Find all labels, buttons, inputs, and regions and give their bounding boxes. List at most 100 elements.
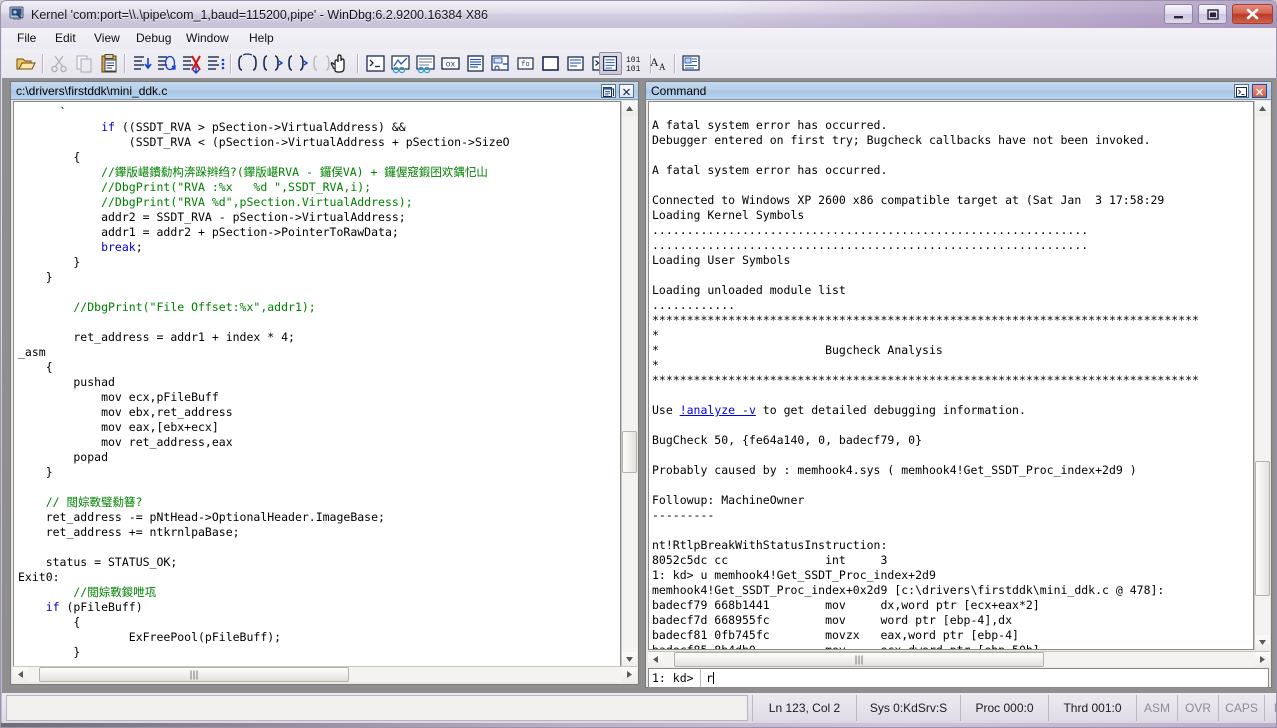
window-title: Kernel 'com:port=\\.\pipe\com_1,baud=115… bbox=[31, 8, 488, 22]
source-window-title: c:\drivers\firstddk\mini_ddk.c bbox=[16, 84, 168, 98]
source-code-view[interactable]: ` if ((SSDT_RVA > pSection->VirtualAddre… bbox=[13, 101, 621, 667]
menu-window-label: Window bbox=[186, 31, 229, 45]
command-close-button[interactable] bbox=[1252, 84, 1267, 98]
toolbar: ox fo 101 101 A A bbox=[2, 49, 1276, 79]
status-cell-asm: ASM bbox=[1136, 695, 1177, 721]
command-scroll-left-arrow[interactable] bbox=[648, 652, 663, 667]
command-horizontal-scrollbar[interactable] bbox=[648, 651, 1270, 667]
menu-debug[interactable]: Debug bbox=[129, 30, 178, 47]
registers-window-icon[interactable] bbox=[286, 52, 309, 75]
source-window-titlebar[interactable]: c:\drivers\firstddk\mini_ddk.c bbox=[11, 82, 638, 100]
status-cell-thrd: Thrd 001:0 bbox=[1048, 695, 1136, 721]
source-horizontal-scrollbar[interactable] bbox=[13, 666, 637, 682]
source-mode-icon[interactable] bbox=[599, 52, 622, 75]
step-out-icon[interactable] bbox=[205, 52, 228, 75]
copy-icon[interactable] bbox=[73, 52, 96, 75]
menu-file-label: File bbox=[17, 31, 37, 45]
command-window-titlebar[interactable]: Command bbox=[646, 82, 1271, 100]
command-window-title: Command bbox=[651, 84, 707, 98]
font-icon[interactable]: A A bbox=[648, 52, 671, 75]
watch-icon[interactable] bbox=[489, 52, 512, 75]
minimize-button[interactable] bbox=[1164, 4, 1193, 24]
source-child-window: c:\drivers\firstddk\mini_ddk.c ` if ((SS… bbox=[10, 81, 639, 685]
status-proc-label: Proc 000:0 bbox=[975, 701, 1034, 715]
source-scroll-up-arrow[interactable] bbox=[622, 101, 637, 116]
title-bar[interactable]: Kernel 'com:port=\\.\pipe\com_1,baud=115… bbox=[1, 1, 1276, 28]
status-cell-num: NUM bbox=[1264, 695, 1277, 721]
source-restore-button[interactable] bbox=[601, 84, 616, 98]
svg-text:ox: ox bbox=[446, 61, 456, 70]
source-hscrollbar-grip bbox=[189, 670, 200, 679]
status-cell-sys: Sys 0:KdSrv:S bbox=[856, 695, 960, 721]
status-cell-line-col: Ln 123, Col 2 bbox=[752, 695, 856, 721]
svg-text:fo: fo bbox=[521, 61, 529, 69]
break-icon[interactable] bbox=[327, 52, 350, 75]
run-to-cursor-icon[interactable] bbox=[180, 52, 203, 75]
status-sys-label: Sys 0:KdSrv:S bbox=[869, 701, 948, 715]
command-restore-button[interactable] bbox=[1234, 84, 1249, 98]
menu-help[interactable]: Help bbox=[242, 30, 281, 47]
menu-file[interactable]: File bbox=[10, 30, 43, 47]
command-scroll-up-arrow[interactable] bbox=[1255, 101, 1270, 116]
text-caret bbox=[712, 672, 714, 684]
menu-edit-label: Edit bbox=[55, 31, 76, 45]
scratch-pad-icon[interactable]: ox bbox=[439, 52, 462, 75]
status-thrd-label: Thrd 001:0 bbox=[1063, 701, 1122, 715]
options-icon[interactable] bbox=[680, 52, 703, 75]
source-vertical-scrollbar[interactable] bbox=[621, 101, 637, 667]
source-scroll-left-arrow[interactable] bbox=[13, 667, 28, 682]
svg-text:101: 101 bbox=[626, 56, 641, 65]
disassembly-window-icon[interactable] bbox=[389, 52, 412, 75]
source-scrollbar-thumb[interactable] bbox=[622, 431, 637, 473]
menu-window[interactable]: Window bbox=[179, 30, 236, 47]
step-into-icon[interactable] bbox=[130, 52, 153, 75]
blank-window-icon[interactable] bbox=[539, 52, 562, 75]
windbg-main-window: Kernel 'com:port=\\.\pipe\com_1,baud=115… bbox=[0, 0, 1277, 728]
step-over-icon[interactable] bbox=[155, 52, 178, 75]
source-scroll-down-arrow[interactable] bbox=[622, 652, 637, 667]
source-scroll-right-arrow[interactable] bbox=[622, 667, 637, 682]
close-button[interactable] bbox=[1232, 4, 1273, 24]
command-hscrollbar-grip bbox=[854, 655, 865, 664]
processes-threads-icon[interactable] bbox=[464, 52, 487, 75]
numbers-small-icon[interactable]: fo bbox=[514, 52, 537, 75]
window-bottom-edge bbox=[1, 723, 1276, 727]
source-close-button[interactable] bbox=[619, 84, 634, 98]
command-scroll-down-arrow[interactable] bbox=[1255, 635, 1270, 650]
menu-debug-label: Debug bbox=[136, 31, 172, 45]
open-source-file-icon[interactable] bbox=[14, 52, 37, 75]
maximize-button[interactable] bbox=[1198, 4, 1227, 24]
mdi-client-area: c:\drivers\firstddk\mini_ddk.c ` if ((SS… bbox=[2, 78, 1276, 693]
status-asm-label: ASM bbox=[1143, 701, 1170, 715]
menu-edit[interactable]: Edit bbox=[48, 30, 83, 47]
svg-text:A: A bbox=[650, 55, 659, 69]
cut-icon[interactable] bbox=[48, 52, 71, 75]
command-vertical-scrollbar[interactable] bbox=[1254, 101, 1270, 650]
locals-window-icon[interactable] bbox=[261, 52, 284, 75]
watch-window-icon[interactable] bbox=[236, 52, 259, 75]
svg-text:101: 101 bbox=[626, 65, 641, 74]
command-window-icon[interactable] bbox=[364, 52, 387, 75]
command-input-bar[interactable]: 1: kd> r bbox=[648, 668, 1269, 688]
numbers-101-icon[interactable]: 101 101 bbox=[624, 52, 648, 75]
command-hscrollbar-thumb[interactable] bbox=[674, 652, 1044, 667]
command-input[interactable]: r bbox=[703, 669, 714, 687]
command-scroll-right-arrow[interactable] bbox=[1255, 652, 1270, 667]
status-line-col-label: Ln 123, Col 2 bbox=[768, 701, 841, 715]
svg-text:A: A bbox=[659, 62, 666, 72]
status-cell-ovr: OVR bbox=[1177, 695, 1218, 721]
command-output-view[interactable]: A fatal system error has occurred. Debug… bbox=[648, 101, 1254, 650]
menu-view-label: View bbox=[94, 31, 120, 45]
command-child-window: Command A fatal system error has occurre… bbox=[645, 81, 1272, 688]
menu-view[interactable]: View bbox=[87, 30, 127, 47]
command-prompt-label: 1: kd> bbox=[649, 669, 701, 687]
menu-bar: File Edit View Debug Window Help bbox=[2, 28, 1276, 50]
memory-window-icon[interactable] bbox=[414, 52, 437, 75]
source-window-icon[interactable] bbox=[564, 52, 587, 75]
command-scrollbar-thumb[interactable] bbox=[1255, 461, 1270, 596]
source-hscrollbar-thumb[interactable] bbox=[39, 667, 349, 682]
status-ovr-label: OVR bbox=[1184, 701, 1211, 715]
status-caps-label: CAPS bbox=[1225, 701, 1258, 715]
command-input-value: r bbox=[706, 671, 713, 685]
paste-icon[interactable] bbox=[98, 52, 121, 75]
